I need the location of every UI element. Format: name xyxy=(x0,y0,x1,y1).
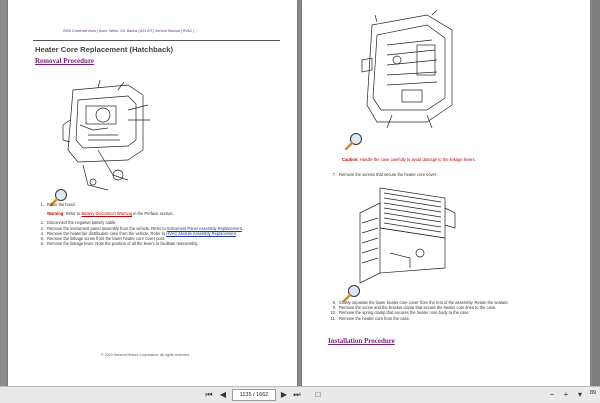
zoom-in-icon[interactable]: + xyxy=(561,390,571,400)
steps-list-right-b: 8. Slowly separate the lower heater core… xyxy=(328,300,578,321)
step-item: 1. Raise the hood. xyxy=(36,202,276,207)
installation-heading[interactable]: Installation Procedure xyxy=(328,337,395,345)
header-doc: 2005 Chevrolet Aveo xyxy=(63,29,97,33)
page-1136: Caution: Handle the case carefully to av… xyxy=(302,0,590,386)
step-text: Raise the hood. xyxy=(47,202,76,207)
step-number: 11. xyxy=(330,315,336,321)
illustration-heater-case xyxy=(361,10,453,129)
step-text: Remove the heater core from the case. xyxy=(339,315,410,321)
page-title: Heater Core Replacement (Hatchback) xyxy=(35,45,174,54)
caution-label: Caution: xyxy=(342,157,359,162)
zoom-out-icon[interactable]: − xyxy=(547,390,557,400)
step-number: 7. xyxy=(332,172,336,177)
viewer-toolbar: ⏮ ◀ 1135 / 1662 ▶ ⏭ □ − + ▾ 89 xyxy=(0,386,600,403)
step-item: 11. Remove the heater core from the case… xyxy=(328,316,578,321)
battery-warning-link[interactable]: Battery Disconnect Warning xyxy=(81,211,132,216)
last-page-icon[interactable]: ⏭ xyxy=(292,390,302,400)
warning-label: Warning: xyxy=(47,211,65,217)
illustration-heater-core xyxy=(359,187,456,284)
warning-note: Warning: Refer to Battery Disconnect War… xyxy=(47,211,276,216)
copyright-text: © 2010 General Motors Corporation. All r… xyxy=(101,353,190,357)
steps-list-left: 1. Raise the hood. Warning: Refer to Bat… xyxy=(36,202,276,246)
header-rule xyxy=(33,40,280,41)
removal-heading[interactable]: Removal Procedure xyxy=(35,57,94,65)
next-page-icon[interactable]: ▶ xyxy=(279,390,289,400)
step-item: 6. Remove the linkage lever. Note the po… xyxy=(36,241,276,246)
prev-page-icon[interactable]: ◀ xyxy=(218,390,228,400)
vertical-scrollbar[interactable] xyxy=(592,0,600,386)
header-rest: Aveo, Wave, G3, Barina (U/N G/T) Service… xyxy=(99,29,195,33)
zoom-menu-icon[interactable]: ▾ xyxy=(575,390,585,400)
step-number: 1. xyxy=(40,202,44,207)
page-number-input[interactable]: 1135 / 1662 xyxy=(232,389,276,401)
first-page-icon[interactable]: ⏮ xyxy=(204,390,214,400)
page-header: 2005 Chevrolet Aveo | Aveo, Wave, G3, Ba… xyxy=(63,29,194,33)
caution-text: Handle the case carefully to avoid damag… xyxy=(358,157,476,162)
step-item: 7. Remove the screws that secure the hea… xyxy=(328,172,578,177)
step-text: Remove the linkage lever. Note the posit… xyxy=(47,241,199,247)
steps-list-right-a: 7. Remove the screws that secure the hea… xyxy=(328,172,578,177)
warning-pre: Refer to xyxy=(64,211,82,217)
document-viewer: 2005 Chevrolet Aveo | Aveo, Wave, G3, Ba… xyxy=(0,0,600,386)
fit-page-icon[interactable]: □ xyxy=(313,390,323,400)
magnifier-icon[interactable] xyxy=(344,131,364,151)
step-number: 6. xyxy=(40,241,44,247)
zoom-level[interactable]: 89 xyxy=(590,390,596,396)
illustration-linkage xyxy=(62,80,150,191)
caution-note: Caution: Handle the case carefully to av… xyxy=(342,157,582,162)
warning-post: in the Preface section. xyxy=(132,211,174,217)
page-1135: 2005 Chevrolet Aveo | Aveo, Wave, G3, Ba… xyxy=(8,0,297,386)
step-text: Remove the screws that secure the heater… xyxy=(339,172,438,177)
